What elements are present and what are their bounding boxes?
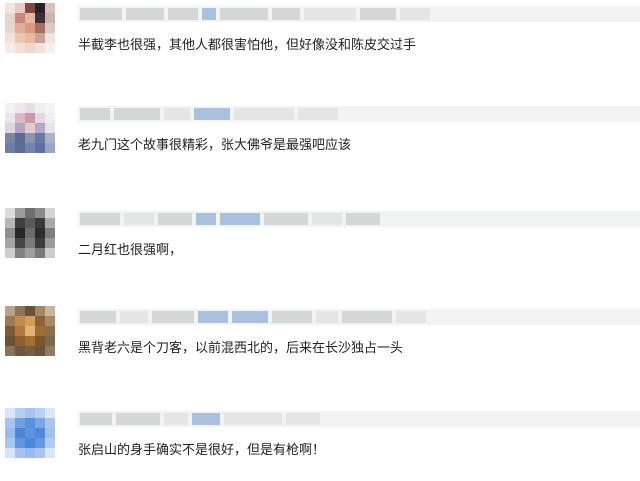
comment-text: 二月红也很强啊，	[78, 243, 183, 258]
comment-item: 黑背老六是个刀客，以前混西北的，后来在长沙独占一头	[0, 303, 640, 399]
comment-text: 张启山的身手确实不是很好，但是有枪啊！	[78, 443, 326, 458]
comment-meta	[78, 106, 640, 122]
comment-item: 张启山的身手确实不是很好，但是有枪啊！	[0, 405, 640, 481]
avatar[interactable]	[5, 3, 55, 53]
avatar[interactable]	[5, 103, 55, 153]
comment-meta	[78, 309, 640, 325]
comment-meta	[78, 411, 640, 427]
avatar[interactable]	[5, 408, 55, 458]
comment-feed: 半截李也很强，其他人都很害怕他，但好像没和陈皮交过手 老九门这个故事很精彩，张大…	[0, 0, 640, 481]
comment-item: 二月红也很强啊，	[0, 205, 640, 301]
comment-text: 半截李也很强，其他人都很害怕他，但好像没和陈皮交过手	[78, 38, 417, 53]
comment-text: 老九门这个故事很精彩，张大佛爷是最强吧应该	[78, 138, 352, 153]
avatar[interactable]	[5, 208, 55, 258]
avatar[interactable]	[5, 306, 55, 356]
comment-text: 黑背老六是个刀客，以前混西北的，后来在长沙独占一头	[78, 341, 404, 356]
comment-meta	[78, 211, 640, 227]
comment-item: 半截李也很强，其他人都很害怕他，但好像没和陈皮交过手	[0, 0, 640, 96]
comment-item: 老九门这个故事很精彩，张大佛爷是最强吧应该	[0, 100, 640, 196]
comment-meta	[78, 6, 640, 22]
